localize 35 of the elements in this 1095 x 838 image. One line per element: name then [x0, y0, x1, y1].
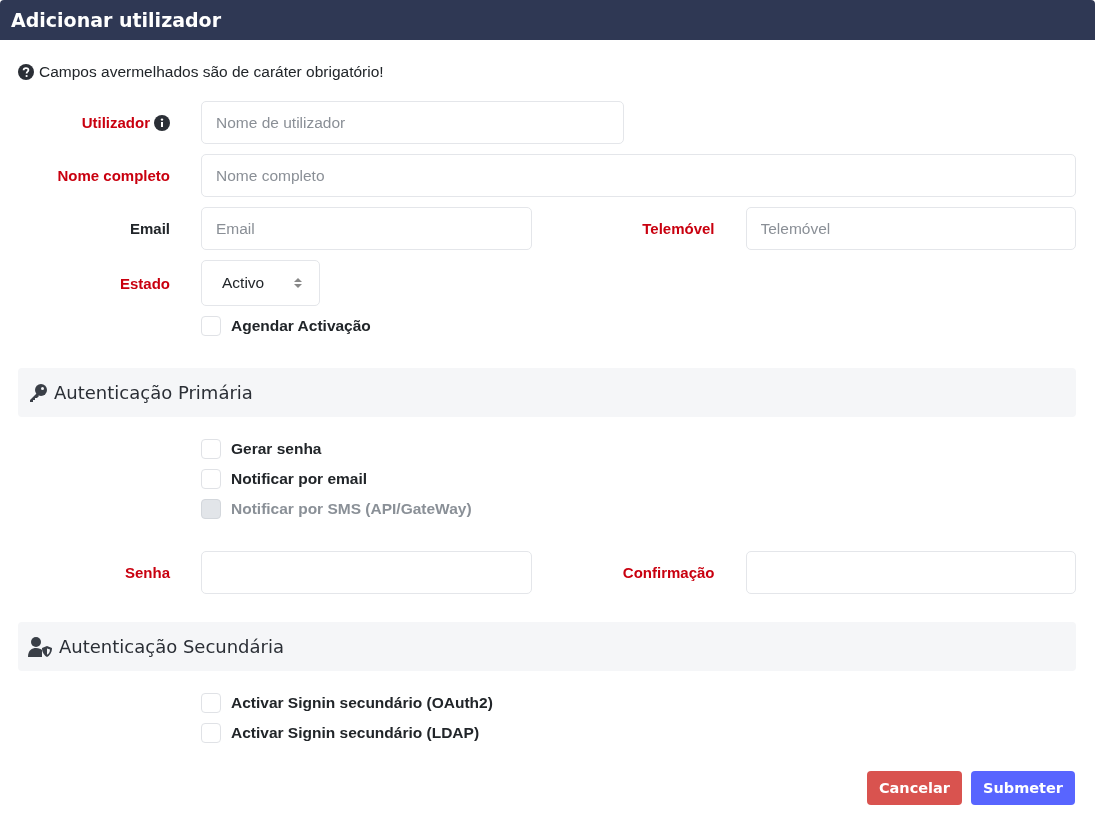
input-field[interactable]: Nome completo [201, 154, 1076, 197]
section-title: Autenticação Secundária [59, 636, 284, 657]
sort-arrows-icon [293, 276, 303, 290]
field-label: Email [129, 220, 170, 237]
section-title: Autenticação Primária [54, 382, 253, 403]
field-label: Estado [120, 274, 170, 292]
window-title: Adicionar utilizador [11, 9, 222, 31]
checkbox[interactable] [201, 316, 221, 336]
checkbox[interactable] [201, 439, 221, 459]
field-label: Confirmação [622, 564, 715, 581]
field-label: Utilizador [81, 114, 150, 131]
submit-button[interactable]: Submeter [971, 771, 1075, 805]
checkbox[interactable] [201, 469, 221, 489]
input-field[interactable]: Nome de utilizador [201, 101, 624, 144]
input-field[interactable]: Email [201, 207, 532, 250]
user-shield-icon [28, 636, 53, 657]
required-fields-note: Campos avermelhados são de caráter obrigatório! [39, 63, 384, 81]
field-label: Telemóvel [642, 220, 715, 237]
field-label: Senha [125, 564, 170, 581]
checkbox[interactable] [201, 693, 221, 713]
input-field[interactable] [745, 551, 1076, 594]
checkbox-label: Activar Signin secundário (OAuth2) [231, 694, 493, 712]
checkbox-label: Notificar por email [231, 470, 368, 488]
input-field[interactable] [201, 551, 532, 594]
help-icon [18, 64, 34, 80]
checkbox-label: Gerar senha [231, 440, 322, 458]
checkbox[interactable] [201, 723, 221, 743]
checkbox-label: Notificar por SMS (API/GateWay) [231, 500, 472, 518]
field-label: Nome completo [57, 167, 170, 184]
input-field[interactable]: Telemóvel [745, 207, 1076, 250]
key-icon [28, 382, 48, 403]
checkbox-label: Agendar Activação [231, 317, 371, 335]
status-select[interactable]: Activo [201, 260, 320, 306]
cancel-button[interactable]: Cancelar [866, 771, 962, 805]
checkbox-label: Activar Signin secundário (LDAP) [231, 724, 480, 742]
